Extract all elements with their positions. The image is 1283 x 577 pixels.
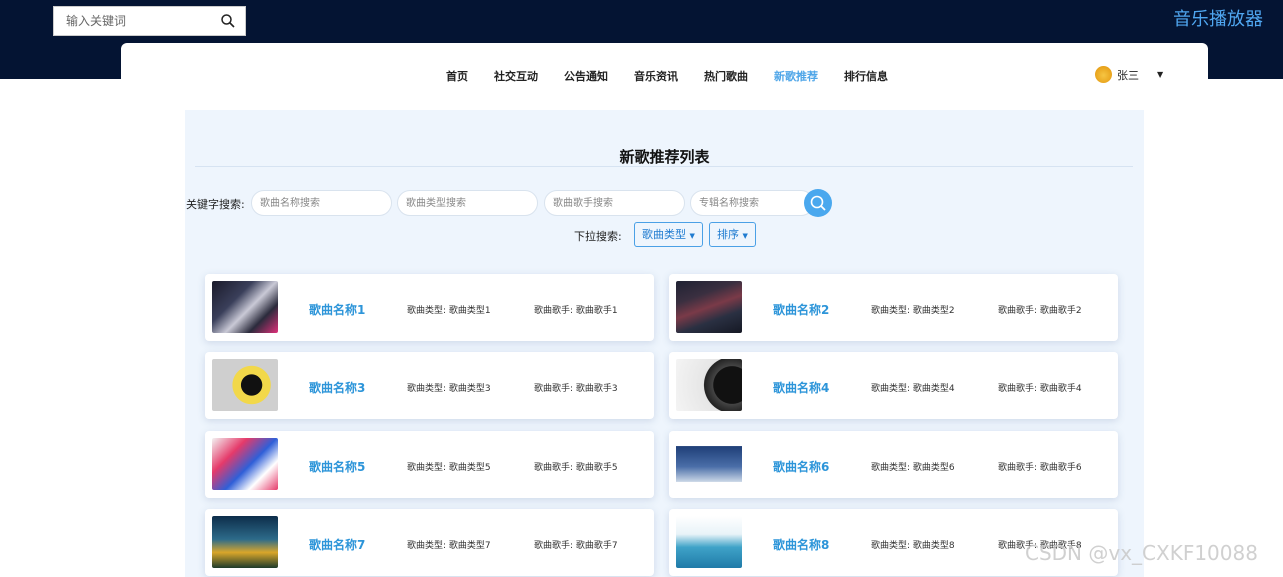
user-menu[interactable]: 张三 ▼: [1095, 66, 1163, 83]
nav-item-new-songs[interactable]: 新歌推荐: [774, 68, 818, 84]
nav-item-notices[interactable]: 公告通知: [564, 68, 608, 84]
song-type: 歌曲类型: 歌曲类型1: [407, 306, 491, 316]
header-search-input[interactable]: [66, 7, 216, 35]
song-name[interactable]: 歌曲名称3: [309, 379, 365, 396]
watermark: CSDN @vx_CXKF10088: [1025, 541, 1258, 565]
album-cover[interactable]: [676, 438, 742, 490]
search-button[interactable]: [804, 189, 832, 217]
sort-dropdown[interactable]: 排序 ▼: [709, 222, 756, 247]
song-card[interactable]: 歌曲名称2 歌曲类型: 歌曲类型2 歌曲歌手: 歌曲歌手2: [669, 274, 1118, 341]
song-card[interactable]: 歌曲名称4 歌曲类型: 歌曲类型4 歌曲歌手: 歌曲歌手4: [669, 352, 1118, 419]
song-name[interactable]: 歌曲名称7: [309, 536, 365, 553]
user-name[interactable]: 张三: [1117, 67, 1139, 83]
song-type-search-input[interactable]: [397, 190, 538, 216]
song-type: 歌曲类型: 歌曲类型3: [407, 384, 491, 394]
song-singer: 歌曲歌手: 歌曲歌手1: [534, 306, 618, 316]
album-cover[interactable]: [676, 281, 742, 333]
singer-search-input[interactable]: [544, 190, 685, 216]
nav-item-rankings[interactable]: 排行信息: [844, 68, 888, 84]
search-icon: [810, 195, 826, 211]
caret-down-icon: ▼: [689, 232, 695, 240]
new-songs-panel: 新歌推荐列表 关键字搜索: 下拉搜索: 歌曲类型 ▼ 排序 ▼: [185, 110, 1144, 577]
song-type: 歌曲类型: 歌曲类型2: [871, 306, 955, 316]
nav-item-music-news[interactable]: 音乐资讯: [634, 68, 678, 84]
song-name-search-input[interactable]: [251, 190, 392, 216]
sort-dropdown-label: 排序: [717, 228, 739, 241]
album-cover[interactable]: [212, 281, 278, 333]
song-singer: 歌曲歌手: 歌曲歌手6: [998, 463, 1082, 473]
song-name[interactable]: 歌曲名称5: [309, 458, 365, 475]
avatar[interactable]: [1095, 66, 1112, 83]
song-type: 歌曲类型: 歌曲类型6: [871, 463, 955, 473]
song-singer: 歌曲歌手: 歌曲歌手7: [534, 541, 618, 551]
song-name[interactable]: 歌曲名称1: [309, 301, 365, 318]
page-title: 新歌推荐列表: [619, 148, 710, 166]
nav-item-social[interactable]: 社交互动: [494, 68, 538, 84]
song-singer: 歌曲歌手: 歌曲歌手2: [998, 306, 1082, 316]
song-type: 歌曲类型: 歌曲类型5: [407, 463, 491, 473]
song-name[interactable]: 歌曲名称4: [773, 379, 829, 396]
chevron-down-icon[interactable]: ▼: [1157, 70, 1163, 79]
album-cover[interactable]: [212, 359, 278, 411]
song-type: 歌曲类型: 歌曲类型8: [871, 541, 955, 551]
nav-item-home[interactable]: 首页: [446, 68, 468, 84]
song-type-dropdown-label: 歌曲类型: [642, 228, 686, 241]
nav-item-hot-songs[interactable]: 热门歌曲: [704, 68, 748, 84]
nav-card: 首页 社交互动 公告通知 音乐资讯 热门歌曲 新歌推荐 排行信息 张三 ▼: [121, 43, 1208, 98]
app-title: 音乐播放器: [1173, 9, 1263, 30]
song-card[interactable]: 歌曲名称3 歌曲类型: 歌曲类型3 歌曲歌手: 歌曲歌手3: [205, 352, 654, 419]
album-search-input[interactable]: [690, 190, 814, 216]
song-type: 歌曲类型: 歌曲类型4: [871, 384, 955, 394]
search-icon[interactable]: [220, 13, 236, 29]
song-singer: 歌曲歌手: 歌曲歌手3: [534, 384, 618, 394]
song-type-dropdown[interactable]: 歌曲类型 ▼: [634, 222, 703, 247]
song-type: 歌曲类型: 歌曲类型7: [407, 541, 491, 551]
song-card[interactable]: 歌曲名称6 歌曲类型: 歌曲类型6 歌曲歌手: 歌曲歌手6: [669, 431, 1118, 498]
album-cover[interactable]: [676, 359, 742, 411]
title-divider: [195, 166, 1133, 167]
song-card[interactable]: 歌曲名称5 歌曲类型: 歌曲类型5 歌曲歌手: 歌曲歌手5: [205, 431, 654, 498]
song-name[interactable]: 歌曲名称8: [773, 536, 829, 553]
song-card[interactable]: 歌曲名称1 歌曲类型: 歌曲类型1 歌曲歌手: 歌曲歌手1: [205, 274, 654, 341]
song-card[interactable]: 歌曲名称7 歌曲类型: 歌曲类型7 歌曲歌手: 歌曲歌手7: [205, 509, 654, 576]
album-cover[interactable]: [676, 516, 742, 568]
main-nav: 首页 社交互动 公告通知 音乐资讯 热门歌曲 新歌推荐 排行信息: [446, 68, 914, 84]
song-name[interactable]: 歌曲名称6: [773, 458, 829, 475]
dropdown-search-label: 下拉搜索:: [574, 230, 622, 243]
song-name[interactable]: 歌曲名称2: [773, 301, 829, 318]
keyword-search-label: 关键字搜索:: [186, 198, 245, 211]
song-singer: 歌曲歌手: 歌曲歌手4: [998, 384, 1082, 394]
caret-down-icon: ▼: [742, 232, 748, 240]
album-cover[interactable]: [212, 516, 278, 568]
header-search-box[interactable]: [53, 6, 246, 36]
album-cover[interactable]: [212, 438, 278, 490]
song-singer: 歌曲歌手: 歌曲歌手5: [534, 463, 618, 473]
